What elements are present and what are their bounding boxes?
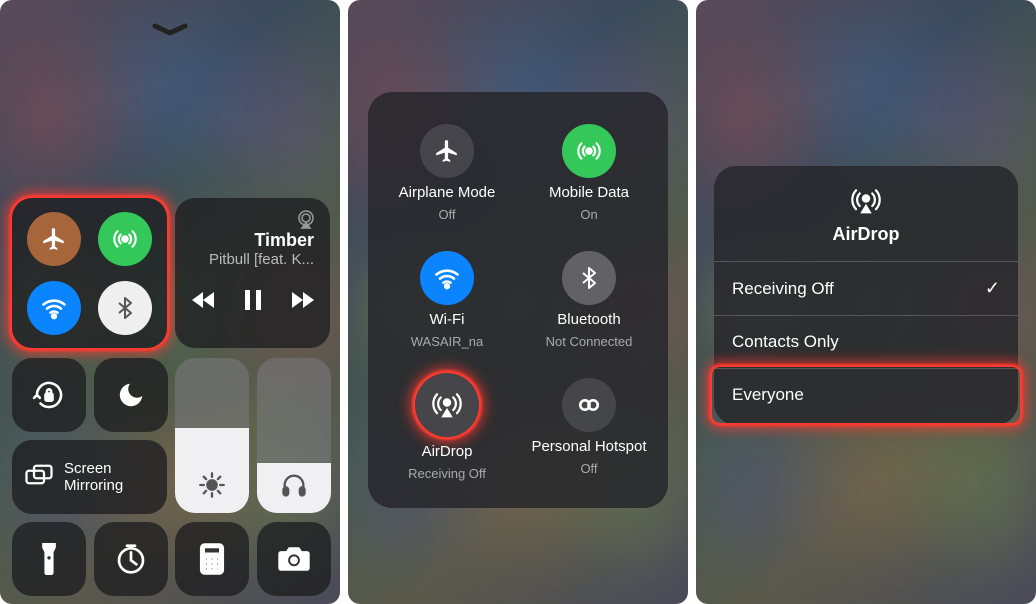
airdrop-item[interactable]: AirDrop Receiving Off: [376, 363, 518, 490]
connectivity-popover: Airplane Mode Off Mobile Data On Wi-Fi W…: [368, 92, 668, 508]
control-center-panel: Timber Pitbull [feat. K...: [0, 0, 340, 604]
airdrop-menu-panel: AirDrop Receiving Off ✓ Contacts Only Ev…: [696, 0, 1036, 604]
brightness-slider[interactable]: [175, 358, 249, 513]
bluetooth-icon: [562, 251, 616, 305]
wifi-icon: [420, 251, 474, 305]
pause-icon[interactable]: [244, 290, 262, 310]
airdrop-option-contacts[interactable]: Contacts Only: [714, 315, 1018, 368]
screen-mirroring-tile[interactable]: Screen Mirroring: [12, 440, 167, 514]
airdrop-option-off[interactable]: Receiving Off ✓: [714, 261, 1018, 315]
brightness-icon: [198, 471, 226, 499]
airplane-mode-item[interactable]: Airplane Mode Off: [376, 110, 518, 237]
bluetooth-item[interactable]: Bluetooth Not Connected: [518, 237, 660, 364]
camera-tile[interactable]: [257, 522, 331, 596]
mirroring-icon: [24, 462, 54, 492]
wifi-item[interactable]: Wi-Fi WASAIR_na: [376, 237, 518, 364]
airdrop-popover: AirDrop Receiving Off ✓ Contacts Only Ev…: [714, 166, 1018, 425]
do-not-disturb-tile[interactable]: [94, 358, 168, 432]
forward-icon[interactable]: [290, 290, 314, 310]
bluetooth-toggle[interactable]: [98, 281, 152, 335]
airplane-icon: [420, 124, 474, 178]
timer-tile[interactable]: [94, 522, 168, 596]
mirroring-label: Screen Mirroring: [64, 460, 123, 495]
track-title: Timber: [187, 230, 314, 251]
connectivity-popover-panel: Airplane Mode Off Mobile Data On Wi-Fi W…: [348, 0, 688, 604]
orientation-lock-tile[interactable]: [12, 358, 86, 432]
airplane-mode-toggle[interactable]: [27, 212, 81, 266]
hotspot-item[interactable]: Personal Hotspot Off: [518, 363, 660, 490]
cellular-toggle[interactable]: [98, 212, 152, 266]
headphones-icon: [280, 471, 308, 499]
dismiss-chevron-icon[interactable]: [149, 22, 191, 38]
wifi-toggle[interactable]: [27, 281, 81, 335]
airplay-icon[interactable]: [294, 208, 318, 232]
now-playing-tile[interactable]: Timber Pitbull [feat. K...: [175, 198, 330, 348]
airdrop-icon: [415, 373, 479, 437]
hotspot-icon: [562, 378, 616, 432]
volume-slider[interactable]: [257, 358, 331, 513]
airdrop-icon: [714, 186, 1018, 216]
connectivity-tile[interactable]: [12, 198, 167, 348]
track-artist: Pitbull [feat. K...: [187, 251, 314, 268]
cellular-icon: [562, 124, 616, 178]
airdrop-option-everyone[interactable]: Everyone: [714, 368, 1018, 421]
mobile-data-item[interactable]: Mobile Data On: [518, 110, 660, 237]
rewind-icon[interactable]: [192, 290, 216, 310]
airdrop-title: AirDrop: [714, 224, 1018, 245]
flashlight-tile[interactable]: [12, 522, 86, 596]
calculator-tile[interactable]: [175, 522, 249, 596]
checkmark-icon: ✓: [985, 278, 1000, 299]
